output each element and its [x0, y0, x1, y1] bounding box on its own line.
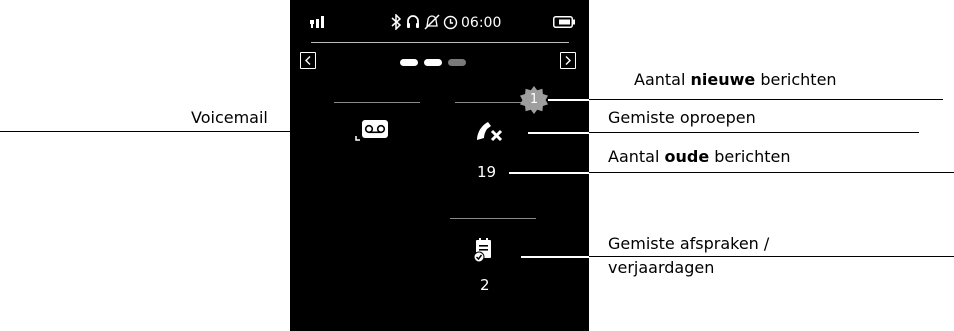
tile-divider [334, 102, 420, 103]
headset-icon [407, 15, 419, 28]
tile-divider [450, 218, 536, 219]
callout-old-messages: Aantal oude berichten [608, 147, 791, 166]
callout-voicemail: Voicemail [191, 108, 268, 127]
signal-icon [310, 16, 324, 28]
leader-line-appointments-outer [589, 256, 954, 257]
page-indicator-dot[interactable] [400, 59, 418, 66]
callout-missed-calls: Gemiste oproepen [608, 108, 756, 127]
callout-appointments-line1: Gemiste afspraken / [608, 234, 770, 253]
page-indicator-dot[interactable] [448, 59, 466, 66]
appointments-count: 2 [480, 276, 490, 294]
chevron-left-icon [305, 56, 311, 65]
leader-line-appointments [521, 256, 589, 258]
leader-line-new-messages-outer [589, 99, 943, 100]
battery-icon [553, 16, 575, 28]
leader-line-old-messages [509, 172, 589, 174]
leader-line-new-messages [548, 99, 589, 101]
callout-new-messages: Aantal nieuwe berichten [634, 70, 837, 89]
new-messages-count: 1 [529, 92, 539, 107]
page-indicator-dot[interactable] [424, 59, 442, 66]
previous-page-button[interactable] [300, 52, 316, 69]
next-page-button[interactable] [560, 52, 576, 69]
old-messages-count: 19 [477, 163, 497, 181]
status-time: 06:00 [461, 15, 502, 31]
leader-line-voicemail [0, 131, 290, 132]
leader-line-missed-calls [528, 132, 589, 134]
calendar-check-icon [473, 238, 491, 263]
missed-call-icon [477, 122, 503, 142]
ringer-off-icon [424, 14, 440, 30]
callout-appointments-line2: verjaardagen [608, 258, 715, 277]
chevron-right-icon [565, 56, 571, 65]
bluetooth-icon [391, 14, 402, 30]
leader-line-missed-calls-outer [589, 132, 919, 133]
status-separator [311, 42, 569, 43]
phone-display: 06:00 1 19 2 [290, 0, 589, 331]
leader-line-old-messages-outer [589, 172, 954, 173]
alarm-icon [443, 15, 458, 30]
